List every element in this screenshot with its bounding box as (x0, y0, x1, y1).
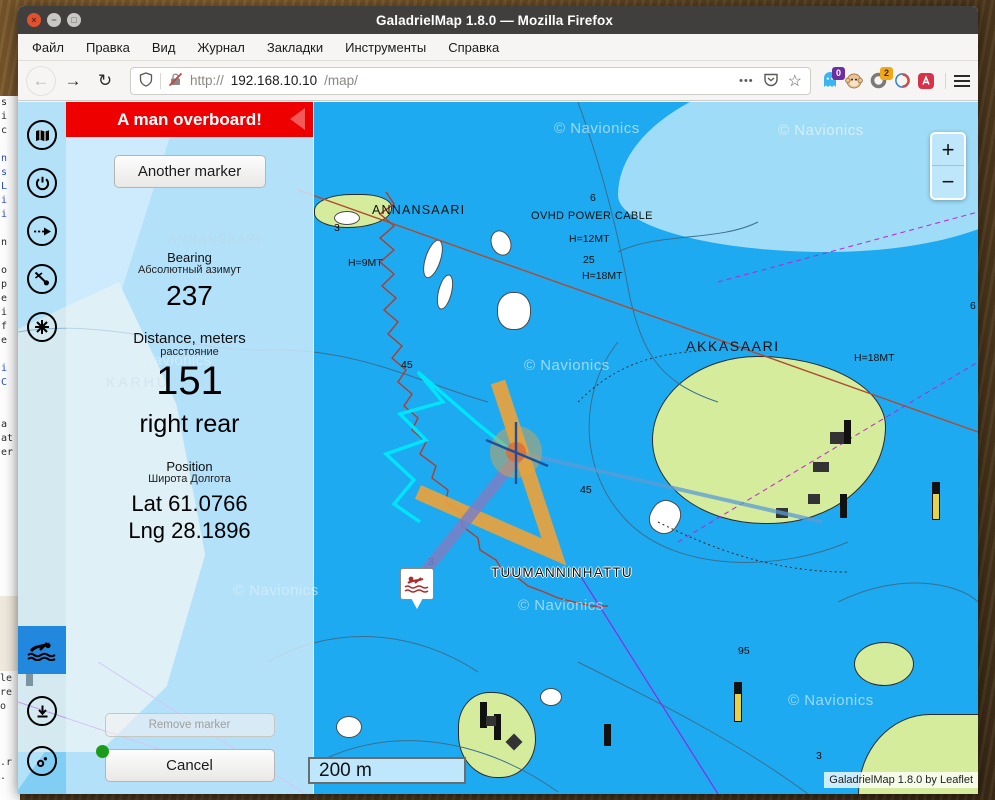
navionics-watermark-7: © Navionics (788, 692, 874, 709)
zoom-out-button[interactable]: − (932, 166, 964, 198)
position-sublabel: Широта Долгота (148, 473, 231, 485)
monkey-extension-icon[interactable] (843, 70, 865, 92)
sounding-8: 6 (970, 300, 976, 312)
ring-extension-icon[interactable]: 2 (867, 66, 893, 92)
back-button[interactable]: ← (26, 65, 56, 96)
map-tool-rail (18, 102, 66, 794)
bearing-readout: Bearing Абсолютный азимут 237 (66, 250, 313, 312)
download-icon[interactable] (27, 696, 57, 726)
share-icon[interactable] (27, 264, 57, 294)
remove-marker-button[interactable]: Remove marker (104, 713, 275, 737)
navionics-watermark-1: © Navionics (554, 120, 640, 137)
map-scale-bar: 200 m (308, 757, 466, 784)
power-icon[interactable] (27, 168, 57, 198)
buoy-1-top (734, 682, 742, 694)
buoy-2 (932, 492, 940, 520)
cancel-button[interactable]: Cancel (104, 749, 275, 782)
reload-button[interactable]: ↻ (90, 66, 120, 96)
navigation-toolbar: ← → ↻ http:// 192.168.10.10/map/ ••• ☆ 0 … (18, 61, 978, 101)
crossed-lock-icon[interactable] (168, 72, 183, 90)
minimize-window-button[interactable]: − (47, 13, 61, 27)
menu-item-file[interactable]: Файл (32, 40, 64, 55)
maximize-window-button[interactable]: □ (67, 13, 81, 27)
menu-item-view[interactable]: Вид (152, 40, 176, 55)
waypoint-star-icon[interactable] (27, 312, 57, 342)
page-actions-icon[interactable]: ••• (739, 75, 754, 87)
position-label: Position (166, 459, 213, 474)
distance-sublabel: расстояние (160, 346, 219, 358)
menu-item-help[interactable]: Справка (448, 40, 499, 55)
menu-item-history[interactable]: Журнал (197, 40, 244, 55)
map-canvas[interactable]: © Navionics © Navionics © Navionics © Na… (18, 102, 978, 794)
bookmark-star-icon[interactable]: ☆ (788, 71, 802, 91)
map-attribution[interactable]: GaladrielMap 1.8.0 by Leaflet (824, 772, 978, 788)
url-host: 192.168.10.10 (230, 73, 318, 88)
sounding-2: 6 (590, 192, 596, 204)
sounding-3: 25 (583, 254, 595, 266)
navionics-watermark-2: © Navionics (778, 122, 864, 139)
position-longitude: Lng 28.1896 (128, 517, 251, 543)
window-title: GaladrielMap 1.8.0 — Mozilla Firefox (376, 12, 613, 28)
firefox-window: × − □ GaladrielMap 1.8.0 — Mozilla Firef… (18, 6, 978, 794)
pocket-icon[interactable] (763, 71, 779, 90)
man-overboard-panel: A man overboard! Another marker Bearing … (66, 102, 314, 794)
shield-icon[interactable] (139, 71, 153, 90)
collapse-arrow-icon[interactable] (290, 108, 305, 130)
background-window-tertiary[interactable]: le re o .r. (0, 672, 20, 800)
settings-icon[interactable] (27, 746, 57, 776)
menu-item-tools[interactable]: Инструменты (345, 40, 426, 55)
buoy-2-top (932, 482, 940, 494)
distance-relative: right rear (139, 410, 240, 438)
swimmer-icon (404, 576, 429, 593)
sounding-1: 3 (334, 222, 340, 234)
another-marker-button[interactable]: Another marker (113, 155, 266, 188)
menu-item-edit[interactable]: Правка (86, 40, 130, 55)
forward-button[interactable]: → (58, 66, 88, 96)
firefox-menu-button[interactable] (954, 74, 970, 87)
buoy-1 (734, 692, 742, 722)
circle-extension-icon[interactable] (891, 70, 913, 92)
toolbar-divider (945, 72, 946, 89)
beacon-1 (604, 724, 611, 746)
close-window-button[interactable]: × (27, 13, 41, 27)
distance-readout: Distance, meters расстояние 151 right re… (66, 330, 313, 439)
man-overboard-map-marker[interactable] (400, 568, 434, 610)
route-arrow-icon[interactable] (27, 216, 57, 246)
panel-header: A man overboard! (66, 102, 313, 137)
distance-value: 151 (156, 359, 223, 403)
urlbar-divider (160, 72, 161, 89)
adblock-extension-icon[interactable] (915, 70, 937, 92)
bearing-sublabel: Абсолютный азимут (137, 264, 242, 276)
position-latitude: Lat 61.0766 (131, 491, 248, 516)
window-controls: × − □ (18, 13, 81, 27)
zoom-in-button[interactable]: + (932, 134, 964, 166)
menu-bar: Файл Правка Вид Журнал Закладки Инструме… (18, 34, 978, 61)
ghost-extension-icon[interactable]: 0 (819, 66, 845, 92)
status-indicator-dot (96, 745, 109, 758)
menu-item-bookmarks[interactable]: Закладки (267, 40, 323, 55)
window-titlebar: × − □ GaladrielMap 1.8.0 — Mozilla Firef… (18, 6, 978, 34)
position-readout: Position Широта Долгота Lat 61.0766 Lng … (66, 459, 313, 545)
url-bar[interactable]: http:// 192.168.10.10/map/ ••• ☆ (130, 66, 811, 95)
sounding-9: 3 (816, 750, 822, 762)
distance-label: Distance, meters (133, 330, 246, 347)
vessel-overlay (382, 370, 823, 594)
building-6 (486, 716, 496, 726)
url-scheme: http:// (190, 73, 224, 88)
man-overboard-icon[interactable] (18, 626, 66, 674)
map-chart-icon[interactable] (27, 120, 57, 150)
background-window-secondary[interactable] (0, 596, 20, 671)
bearing-label: Bearing (167, 250, 212, 265)
url-path: /map/ (324, 73, 358, 88)
map-zoom-control: + − (930, 132, 966, 200)
bearing-value: 237 (166, 280, 213, 311)
panel-title: A man overboard! (117, 109, 262, 129)
